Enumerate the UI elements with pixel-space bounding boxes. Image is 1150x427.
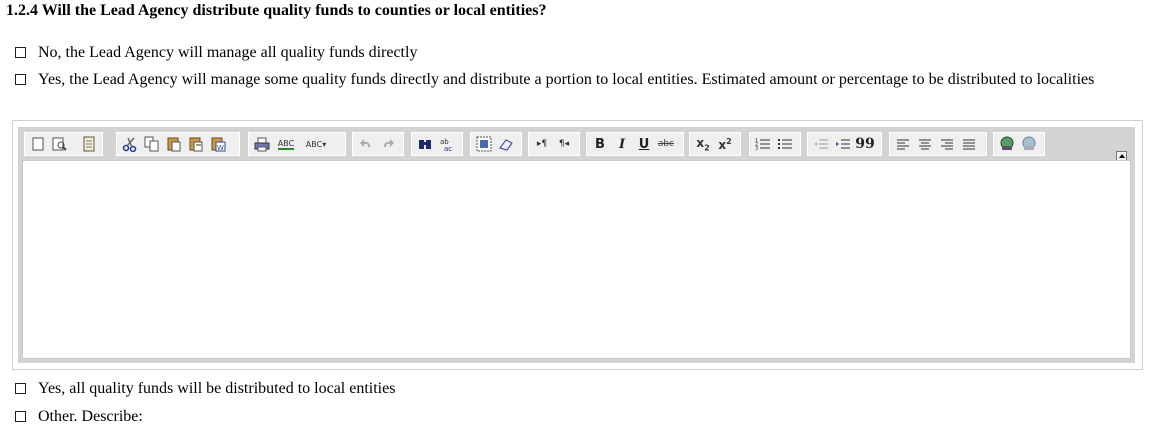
toolbar-group-indent: 99: [807, 132, 882, 156]
option-yes-all-label: Yes, all quality funds will be distribut…: [38, 380, 396, 397]
align-left-icon[interactable]: [893, 134, 913, 154]
paste-text-icon[interactable]: [186, 134, 206, 154]
link-icon[interactable]: [997, 134, 1017, 154]
toolbar-group-clipboard: W: [116, 132, 240, 156]
cut-icon[interactable]: [120, 134, 140, 154]
indent-icon[interactable]: [833, 134, 853, 154]
option-other-checkbox[interactable]: [15, 411, 26, 422]
italic-icon[interactable]: I: [612, 134, 632, 154]
new-page-icon[interactable]: [28, 134, 48, 154]
preview-icon[interactable]: [50, 134, 70, 154]
svg-text:W: W: [217, 144, 224, 152]
underline-icon[interactable]: U: [634, 134, 654, 154]
align-center-icon[interactable]: [915, 134, 935, 154]
superscript-icon[interactable]: x2: [715, 134, 735, 154]
toolbar-group-history: [352, 132, 404, 156]
find-icon[interactable]: [415, 134, 435, 154]
blockquote-icon[interactable]: 99: [855, 134, 875, 154]
toolbar-group-lists: 123: [749, 132, 801, 156]
ltr-icon[interactable]: ▸¶: [532, 134, 552, 154]
copy-icon[interactable]: [142, 134, 162, 154]
option-other[interactable]: Other. Describe:: [15, 407, 143, 427]
toolbar-group-basic-styles: B I U abc: [586, 132, 684, 156]
option-no-checkbox[interactable]: [15, 47, 26, 58]
option-yes-some-label: Yes, the Lead Agency will manage some qu…: [38, 71, 1095, 88]
subscript-icon[interactable]: x2: [693, 134, 713, 154]
toolbar-group-document: [24, 132, 103, 156]
strikethrough-icon[interactable]: abc: [656, 134, 676, 154]
print-icon[interactable]: [252, 134, 272, 154]
select-all-icon[interactable]: [474, 134, 494, 154]
paste-word-icon[interactable]: W: [208, 134, 228, 154]
toolbar-group-find: ab ac: [411, 132, 463, 156]
templates-icon[interactable]: [79, 134, 99, 154]
strikethrough-label: abc: [657, 139, 675, 149]
bulleted-list-icon[interactable]: [775, 134, 795, 154]
option-other-label: Other. Describe:: [38, 408, 143, 425]
option-yes-some-checkbox[interactable]: [15, 74, 26, 85]
option-yes-all[interactable]: Yes, all quality funds will be distribut…: [15, 379, 395, 399]
question-title: 1.2.4 Will the Lead Agency distribute qu…: [6, 2, 547, 19]
editor-content-area[interactable]: [22, 160, 1131, 359]
italic-label: I: [618, 136, 626, 152]
justify-icon[interactable]: [959, 134, 979, 154]
rtl-icon[interactable]: ¶◂: [554, 134, 574, 154]
align-right-icon[interactable]: [937, 134, 957, 154]
toolbar-group-links: [993, 132, 1045, 156]
redo-icon[interactable]: [378, 134, 398, 154]
spellcheck-icon[interactable]: ABC: [274, 134, 298, 154]
bold-label: B: [595, 136, 605, 152]
toolbar-group-script: x2 x2: [689, 132, 741, 156]
spellcheck-menu-label: ABC▾: [305, 139, 327, 149]
editor-toolbar: W ABC ABC▾ ab ac ▸¶ ¶◂ B I U abc x2 x2 1…: [22, 130, 1127, 162]
toolbar-group-align: [889, 132, 987, 156]
option-yes-some[interactable]: Yes, the Lead Agency will manage some qu…: [12, 70, 1142, 90]
toolbar-group-direction: ▸¶ ¶◂: [528, 132, 580, 156]
svg-text:ac: ac: [444, 145, 452, 152]
spellcheck-label: ABC: [277, 138, 295, 150]
option-no-label: No, the Lead Agency will manage all qual…: [38, 44, 418, 61]
spellcheck-menu-icon[interactable]: ABC▾: [300, 134, 332, 154]
ltr-label: ▸¶: [536, 139, 548, 149]
numbered-list-icon[interactable]: 123: [753, 134, 773, 154]
bold-icon[interactable]: B: [590, 134, 610, 154]
unlink-icon[interactable]: [1019, 134, 1039, 154]
undo-icon[interactable]: [356, 134, 376, 154]
paste-icon[interactable]: [164, 134, 184, 154]
replace-icon[interactable]: ab ac: [437, 134, 457, 154]
rtl-label: ¶◂: [558, 139, 570, 149]
toolbar-group-print-spell: ABC ABC▾: [248, 132, 346, 156]
rich-text-editor: W ABC ABC▾ ab ac ▸¶ ¶◂ B I U abc x2 x2 1…: [12, 120, 1143, 370]
outdent-icon[interactable]: [811, 134, 831, 154]
editor-frame: W ABC ABC▾ ab ac ▸¶ ¶◂ B I U abc x2 x2 1…: [18, 127, 1135, 363]
option-yes-all-checkbox[interactable]: [15, 383, 26, 394]
underline-label: U: [638, 136, 650, 152]
option-no[interactable]: No, the Lead Agency will manage all qual…: [15, 43, 417, 63]
svg-text:3: 3: [755, 146, 758, 151]
remove-format-icon[interactable]: [496, 134, 516, 154]
toolbar-group-select: [470, 132, 522, 156]
